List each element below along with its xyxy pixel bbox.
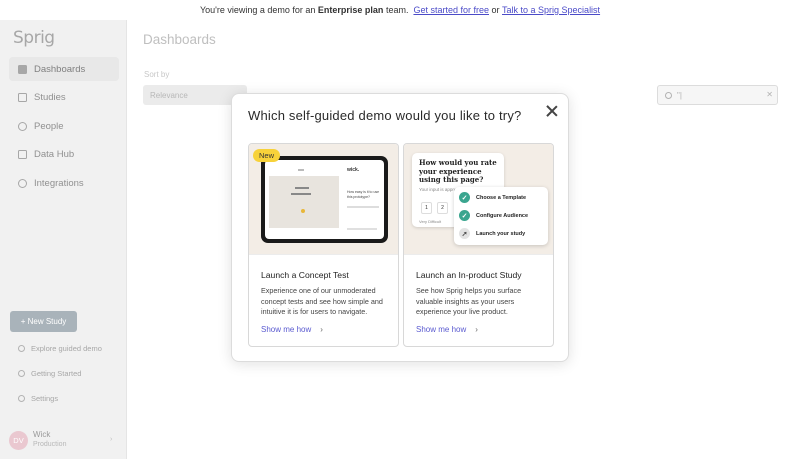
preview-graphic-line (295, 187, 309, 189)
link-label: Show me how (261, 325, 312, 334)
concept-test-card[interactable]: wick. How easy is it to use this prototy… (248, 143, 399, 347)
banner-middle: team. (383, 5, 414, 15)
preview-brand: wick. (347, 167, 360, 173)
tablet-screen: wick. How easy is it to use this prototy… (265, 160, 384, 239)
preview-dot (301, 209, 305, 213)
link-label: Show me how (416, 325, 467, 334)
rating-option: 1 (421, 202, 432, 214)
show-me-how-link[interactable]: Show me how › (416, 325, 478, 334)
preview-header-mark (298, 169, 304, 171)
concept-test-preview: wick. How easy is it to use this prototy… (249, 144, 398, 254)
card-title: Launch a Concept Test (261, 270, 349, 280)
step-item: ✓ Choose a Template (459, 192, 526, 203)
card-description: See how Sprig helps you surface valuable… (416, 286, 522, 316)
in-product-study-preview: How would you rate your experience using… (404, 144, 553, 254)
close-icon[interactable] (545, 104, 559, 118)
new-badge: New (253, 149, 281, 162)
talk-specialist-link[interactable]: Talk to a Sprig Specialist (502, 5, 600, 15)
step-label: Launch your study (476, 230, 526, 237)
tablet-illustration: wick. How easy is it to use this prototy… (261, 156, 388, 243)
in-product-study-card[interactable]: How would you rate your experience using… (403, 143, 554, 347)
step-item: ✓ Configure Audience (459, 210, 528, 221)
card-title: Launch an In-product Study (416, 270, 522, 280)
check-icon: ✓ (459, 192, 470, 203)
show-me-how-link[interactable]: Show me how › (261, 325, 323, 334)
preview-graphic-line (291, 193, 311, 195)
banner-plan: Enterprise plan (317, 5, 384, 15)
rocket-icon: ➚ (459, 228, 470, 239)
modal-title: Which self-guided demo would you like to… (248, 108, 522, 123)
demo-banner: You're viewing a demo for an Enterprise … (0, 0, 800, 20)
banner-or: or (489, 5, 503, 15)
banner-prefix: You're viewing a demo for an (199, 5, 318, 15)
preview-scale (347, 228, 377, 230)
preview-question: How would you rate your experience using… (419, 158, 497, 184)
preview-image-box (269, 176, 339, 228)
chevron-right-icon: › (320, 325, 323, 334)
rating-option: 2 (437, 202, 448, 214)
demo-picker-modal: Which self-guided demo would you like to… (231, 93, 569, 362)
card-description: Experience one of our unmoderated concep… (261, 286, 383, 316)
preview-question: How easy is it to use this prototype? (347, 190, 380, 199)
step-item: ➚ Launch your study (459, 228, 525, 239)
get-started-link[interactable]: Get started for free (413, 5, 489, 15)
preview-scale (347, 206, 379, 208)
setup-steps-card: ✓ Choose a Template ✓ Configure Audience… (454, 187, 548, 245)
check-icon: ✓ (459, 210, 470, 221)
step-label: Choose a Template (476, 194, 527, 201)
step-label: Configure Audience (476, 212, 529, 219)
preview-footnote: Very Difficult (419, 219, 442, 224)
chevron-right-icon: › (475, 325, 478, 334)
